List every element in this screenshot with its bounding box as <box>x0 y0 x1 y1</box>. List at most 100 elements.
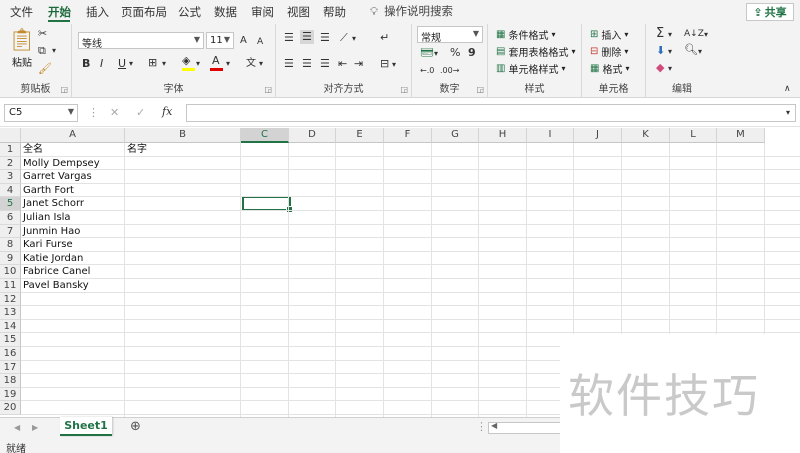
cut-icon[interactable]: ✂ <box>38 27 47 41</box>
row-header-12[interactable]: 12 <box>0 292 21 307</box>
underline-button[interactable]: U <box>118 57 126 71</box>
scroll-tabs-right-icon[interactable]: ▶ <box>32 421 38 435</box>
grow-font-icon[interactable]: A <box>240 34 247 48</box>
tab-file[interactable]: 文件 <box>10 4 33 20</box>
select-all-corner[interactable] <box>0 128 21 143</box>
chevron-down-icon[interactable]: ▾ <box>392 58 396 72</box>
column-header-g[interactable]: G <box>432 128 479 143</box>
column-header-f[interactable]: F <box>384 128 432 143</box>
tell-me-search[interactable]: 💡︎ 操作说明搜索 <box>370 3 453 19</box>
row-header-13[interactable]: 13 <box>0 306 21 320</box>
chevron-down-icon[interactable]: ▾ <box>698 45 702 59</box>
row-header-2[interactable]: 2 <box>0 156 21 171</box>
scroll-left-icon[interactable]: ◀ <box>491 421 497 430</box>
cell-a6[interactable]: Julian Isla <box>23 211 71 224</box>
paste-button[interactable]: 📋︎ 粘贴 <box>8 28 36 69</box>
insert-function-icon[interactable]: fx <box>162 105 172 119</box>
chevron-down-icon[interactable]: ▾ <box>129 57 133 71</box>
column-header-c[interactable]: C <box>241 128 289 143</box>
chevron-down-icon[interactable]: ▾ <box>259 57 263 71</box>
format-cells-button[interactable]: ▦ 格式 ▾ <box>590 61 629 76</box>
row-header-18[interactable]: 18 <box>0 374 21 388</box>
cell-a2[interactable]: Molly Dempsey <box>23 157 100 170</box>
cell-a4[interactable]: Garth Fort <box>23 184 74 197</box>
active-cell-c5[interactable] <box>242 196 293 213</box>
autosum-icon[interactable]: Σ <box>656 27 664 41</box>
name-box[interactable]: C5 ▼ <box>4 104 78 122</box>
expand-formula-bar-icon[interactable]: ▾ <box>786 106 790 120</box>
phonetic-guide-icon[interactable]: 文 <box>246 57 256 71</box>
clear-icon[interactable]: ◆ <box>656 61 664 75</box>
format-painter-icon[interactable]: 🖌︎ <box>38 62 52 76</box>
tab-formulas[interactable]: 公式 <box>178 4 201 20</box>
column-header-m[interactable]: M <box>717 128 765 143</box>
column-header-a[interactable]: A <box>21 128 125 143</box>
sheet-tab-sheet1[interactable]: Sheet1 <box>60 417 112 436</box>
copy-dropdown-icon[interactable]: ▾ <box>52 44 56 58</box>
tab-home[interactable]: 开始 <box>48 4 71 20</box>
fill-icon[interactable]: ⬇ <box>656 44 665 58</box>
chevron-down-icon[interactable]: ▾ <box>196 57 200 71</box>
accounting-format-icon[interactable]: 💳︎ <box>420 46 434 60</box>
column-header-b[interactable]: B <box>125 128 241 143</box>
align-right-icon[interactable]: ☰ <box>320 57 330 71</box>
tab-help[interactable]: 帮助 <box>323 4 346 20</box>
scroll-tabs-left-icon[interactable]: ◀ <box>14 421 20 435</box>
cell-a11[interactable]: Pavel Bansky <box>23 279 89 292</box>
chevron-down-icon[interactable]: ▾ <box>434 47 438 61</box>
column-header-j[interactable]: J <box>574 128 622 143</box>
delete-cells-button[interactable]: ⊟ 删除 ▾ <box>590 44 628 59</box>
orientation-icon[interactable]: ⟋ <box>340 31 348 45</box>
row-header-16[interactable]: 16 <box>0 347 21 361</box>
align-center-icon[interactable]: ☰ <box>302 57 312 71</box>
column-header-d[interactable]: D <box>289 128 336 143</box>
row-header-11[interactable]: 11 <box>0 279 21 293</box>
align-top-icon[interactable]: ☰ <box>284 31 294 45</box>
cell-styles-button[interactable]: ▥ 单元格样式 ▾ <box>496 61 565 76</box>
chevron-down-icon[interactable]: ▾ <box>704 28 708 42</box>
row-header-14[interactable]: 14 <box>0 319 21 334</box>
cell-a10[interactable]: Fabrice Canel <box>23 265 90 278</box>
row-header-8[interactable]: 8 <box>0 238 21 252</box>
borders-icon[interactable]: ⊞ <box>148 56 157 70</box>
number-launcher-icon[interactable]: ◲ <box>476 85 484 94</box>
align-middle-icon[interactable]: ☰ <box>300 30 314 44</box>
row-header-17[interactable]: 17 <box>0 360 21 375</box>
number-format-select[interactable]: 常规 ▼ <box>417 26 483 44</box>
font-name-select[interactable]: 等线 ▼ <box>78 32 204 50</box>
fill-color-icon[interactable]: ◈ <box>182 54 195 71</box>
row-header-4[interactable]: 4 <box>0 183 21 198</box>
shrink-font-icon[interactable]: A <box>257 35 263 49</box>
formula-input[interactable] <box>186 104 796 122</box>
alignment-launcher-icon[interactable]: ◲ <box>400 85 408 94</box>
collapse-ribbon-icon[interactable]: ∧ <box>784 82 791 96</box>
clipboard-launcher-icon[interactable]: ◲ <box>60 85 68 94</box>
tab-review[interactable]: 审阅 <box>251 4 274 20</box>
row-header-5[interactable]: 5 <box>0 197 21 211</box>
cell-a5[interactable]: Janet Schorr <box>23 197 84 210</box>
decrease-decimal-icon[interactable]: .00→ <box>440 64 459 78</box>
find-select-icon[interactable]: 🔍︎ <box>684 43 698 57</box>
wrap-text-icon[interactable]: ↵ <box>380 31 389 45</box>
row-header-20[interactable]: 20 <box>0 401 21 415</box>
row-header-1[interactable]: 1 <box>0 143 21 157</box>
column-header-k[interactable]: K <box>622 128 670 143</box>
merge-center-icon[interactable]: ⊟ <box>380 57 389 71</box>
align-left-icon[interactable]: ☰ <box>284 57 294 71</box>
tab-splitter-icon[interactable]: ⋮ <box>476 420 487 434</box>
cell-a1[interactable]: 全名 <box>23 143 43 156</box>
row-header-3[interactable]: 3 <box>0 170 21 184</box>
increase-indent-icon[interactable]: ⇥ <box>354 57 363 71</box>
conditional-formatting-button[interactable]: ▦ 条件格式 ▾ <box>496 27 555 42</box>
row-header-19[interactable]: 19 <box>0 387 21 402</box>
cancel-icon[interactable]: ✕ <box>110 106 119 120</box>
align-bottom-icon[interactable]: ☰ <box>320 31 330 45</box>
column-header-l[interactable]: L <box>670 128 717 143</box>
font-color-icon[interactable]: A <box>210 54 223 71</box>
column-header-e[interactable]: E <box>336 128 384 143</box>
column-header-h[interactable]: H <box>479 128 527 143</box>
row-header-10[interactable]: 10 <box>0 265 21 279</box>
chevron-down-icon[interactable]: ▾ <box>352 32 356 46</box>
new-sheet-icon[interactable]: ⊕ <box>130 420 141 434</box>
tab-insert[interactable]: 插入 <box>86 4 109 20</box>
